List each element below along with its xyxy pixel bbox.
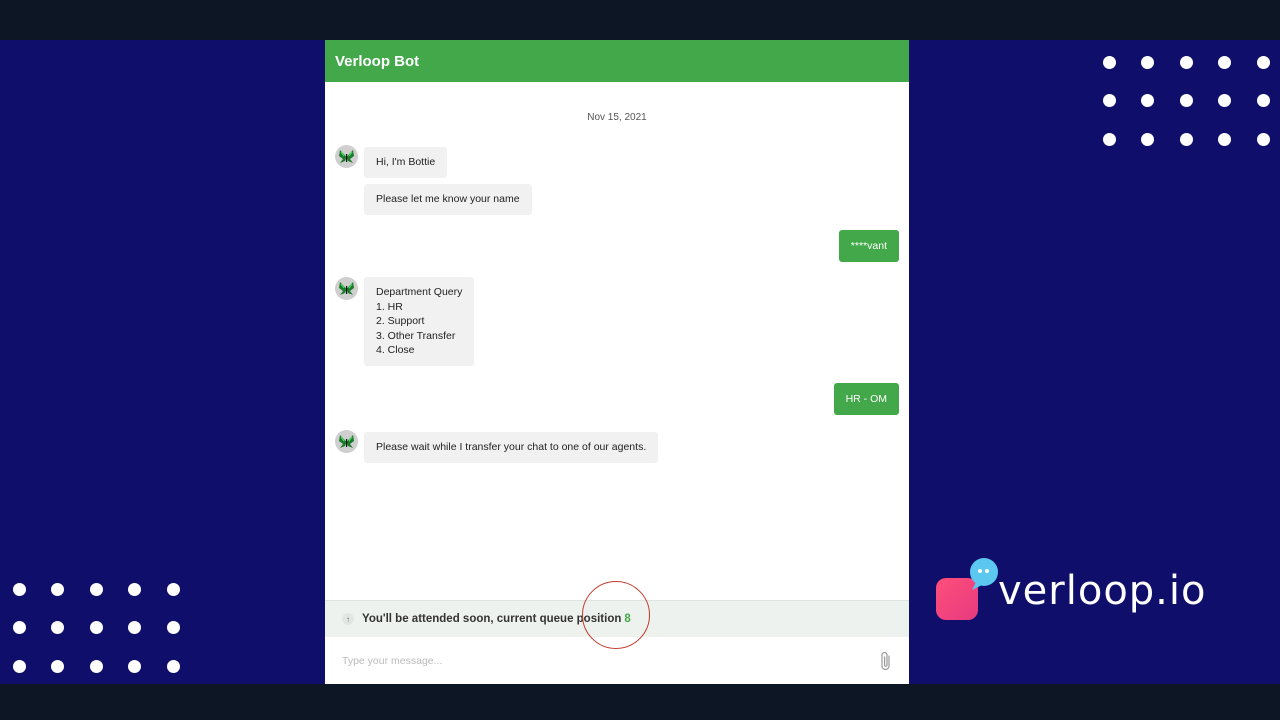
bot-menu-message: Department Query 1. HR 2. Support 3. Oth… bbox=[364, 277, 475, 366]
chat-title: Verloop Bot bbox=[335, 52, 420, 70]
paperclip-icon[interactable] bbox=[879, 650, 893, 677]
stage-background: Verloop Bot Nov 15, 2021 Hi, I'm Bottie … bbox=[0, 40, 1280, 684]
date-separator: Nov 15, 2021 bbox=[587, 112, 647, 123]
menu-option: 1. HR bbox=[376, 300, 403, 313]
bot-message: Please wait while I transfer your chat t… bbox=[364, 432, 659, 463]
dot-grid-top-right bbox=[1103, 56, 1273, 146]
message-list[interactable]: Nov 15, 2021 Hi, I'm Bottie Please let m… bbox=[325, 82, 909, 600]
menu-option: 3. Other Transfer bbox=[376, 329, 456, 342]
menu-title: Department Query bbox=[376, 286, 463, 298]
verloop-logo-mark-icon bbox=[936, 558, 998, 620]
bot-message: Hi, I'm Bottie bbox=[364, 147, 448, 178]
menu-option: 2. Support bbox=[376, 315, 425, 327]
message-composer bbox=[325, 637, 909, 684]
verloop-logo: verloop.io bbox=[936, 558, 1236, 628]
chat-header: Verloop Bot bbox=[325, 40, 909, 82]
chat-window: Verloop Bot Nov 15, 2021 Hi, I'm Bottie … bbox=[325, 40, 909, 684]
logo-text: verloop.io bbox=[998, 568, 1207, 614]
bot-avatar-icon bbox=[335, 430, 358, 453]
user-message: HR - OM bbox=[833, 383, 899, 415]
message-input[interactable] bbox=[340, 653, 844, 668]
user-message: ****vant bbox=[838, 230, 899, 262]
bot-message: Please let me know your name bbox=[364, 184, 532, 215]
bot-avatar-icon bbox=[335, 145, 358, 168]
dot-grid-bottom-left bbox=[13, 583, 183, 673]
arrow-up-icon[interactable]: ↑ bbox=[342, 613, 354, 625]
menu-option: 4. Close bbox=[376, 344, 415, 356]
bot-avatar-icon bbox=[335, 277, 358, 300]
